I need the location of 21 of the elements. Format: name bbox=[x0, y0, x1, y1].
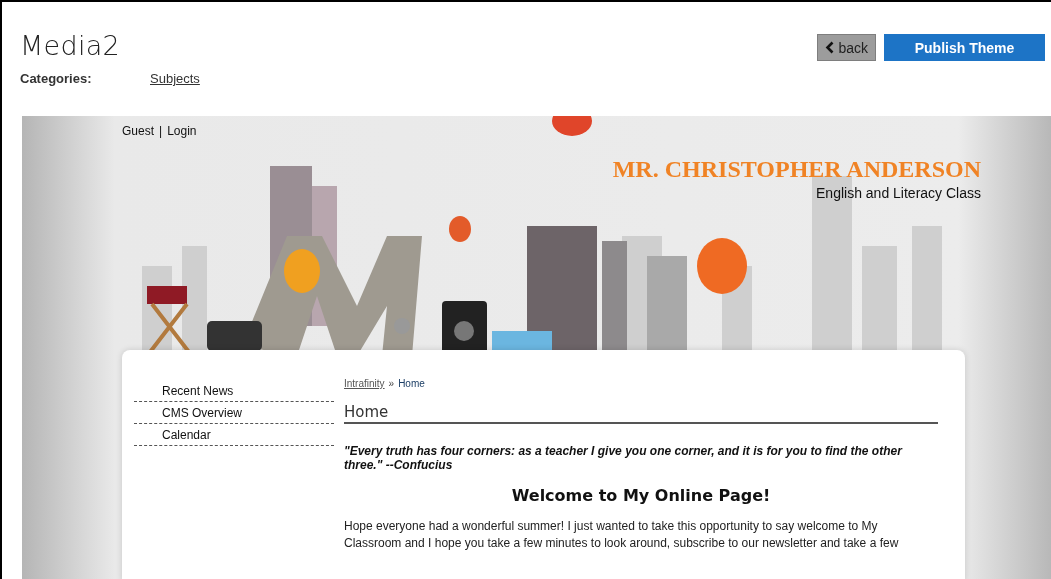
separator: | bbox=[159, 124, 163, 140]
menu-item[interactable]: Calendar bbox=[134, 424, 334, 446]
intro-paragraph: Hope everyone had a wonderful summer! I just wanted to take this opportunity to say welcome to My Classroom and I hope you take a few minutes to look around, subscribe to our newsletter and take a few bbox=[344, 518, 900, 552]
page-heading: Home bbox=[344, 403, 938, 424]
quote-text: "Every truth has four corners: as a teacher I give you one corner, and it is for you to find the other three." --Confucius bbox=[344, 444, 904, 472]
welcome-heading: Welcome to My Online Page! bbox=[510, 486, 772, 505]
breadcrumb-separator: » bbox=[388, 378, 395, 389]
breadcrumb-current: Home bbox=[398, 378, 425, 389]
site-title: MR. CHRISTOPHER ANDERSON bbox=[612, 156, 981, 183]
guest-link[interactable]: Guest bbox=[122, 124, 154, 201]
menu-item[interactable]: Recent News bbox=[134, 380, 334, 402]
category-link[interactable]: Subjects bbox=[150, 71, 200, 86]
publish-theme-button[interactable]: Publish Theme bbox=[884, 34, 1045, 61]
breadcrumb-link[interactable]: Intrafinity bbox=[344, 378, 385, 389]
chevron-left-icon bbox=[825, 41, 835, 54]
page-title: Media2 bbox=[20, 30, 122, 61]
site-subtitle: English and Literacy Class bbox=[816, 185, 981, 201]
menu-item[interactable]: CMS Overview bbox=[134, 402, 334, 424]
categories-label: Categories: bbox=[20, 71, 93, 86]
back-button[interactable]: back bbox=[817, 34, 876, 61]
login-link[interactable]: Login bbox=[167, 124, 197, 201]
